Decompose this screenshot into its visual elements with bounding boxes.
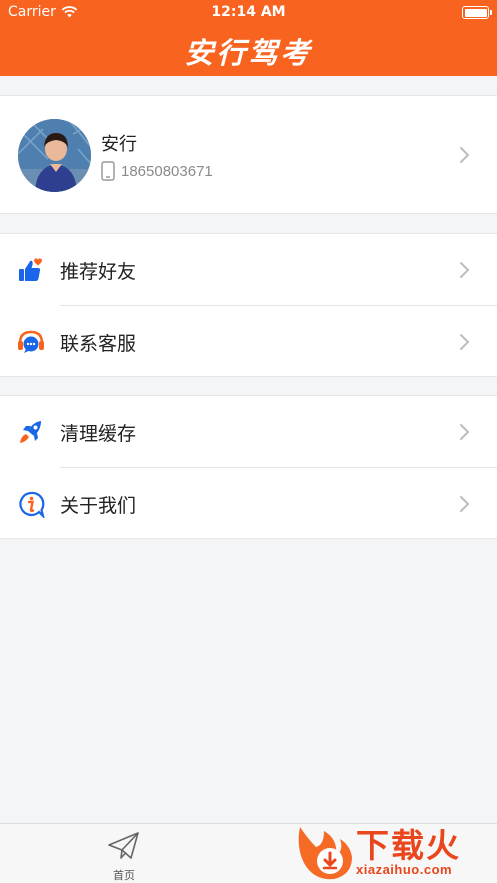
menu-group-system: 清理缓存 关于我们 bbox=[0, 395, 497, 539]
rocket-icon bbox=[20, 421, 41, 443]
chevron-right-icon bbox=[460, 334, 470, 350]
tab-home[interactable]: 首页 bbox=[98, 831, 150, 882]
chevron-right-icon bbox=[460, 147, 470, 163]
profile-phone-row: 18650803671 bbox=[101, 161, 213, 181]
fire-download-icon bbox=[298, 827, 352, 880]
avatar-photo bbox=[18, 119, 91, 192]
menu-item-service[interactable]: 联系客服 bbox=[0, 306, 497, 377]
mobile-phone-icon bbox=[101, 161, 115, 181]
paper-plane-icon bbox=[108, 832, 139, 859]
menu-label-clear-cache: 清理缓存 bbox=[60, 423, 137, 445]
info-bubble-icon bbox=[19, 491, 45, 518]
menu-item-clear-cache[interactable]: 清理缓存 bbox=[0, 396, 497, 467]
watermark-text: 下载火 bbox=[356, 826, 461, 865]
menu-label-service: 联系客服 bbox=[60, 333, 137, 355]
menu-item-recommend[interactable]: 推荐好友 bbox=[0, 234, 497, 305]
menu-label-about: 关于我们 bbox=[60, 495, 137, 517]
battery-icon bbox=[462, 6, 492, 19]
status-time: 12:14 AM bbox=[211, 4, 286, 20]
menu-item-about[interactable]: 关于我们 bbox=[0, 468, 497, 539]
nav-bar: 安行驾考 bbox=[0, 26, 497, 76]
avatar[interactable] bbox=[18, 119, 91, 192]
thumbs-up-heart-icon bbox=[19, 258, 42, 281]
headset-chat-icon bbox=[18, 330, 44, 353]
chevron-right-icon bbox=[460, 496, 470, 512]
chevron-right-icon bbox=[460, 424, 470, 440]
profile-name: 安行 bbox=[101, 134, 137, 155]
page-title: 安行驾考 bbox=[184, 36, 313, 70]
profile-phone: 18650803671 bbox=[121, 162, 213, 180]
chevron-right-icon bbox=[460, 262, 470, 278]
watermark-url: xiazaihuo.com bbox=[356, 862, 453, 877]
status-bar: Carrier 12:14 AM bbox=[0, 0, 497, 26]
menu-label-recommend: 推荐好友 bbox=[60, 261, 137, 283]
menu-group-social: 推荐好友 联系客服 bbox=[0, 233, 497, 377]
watermark-logo: 下载火 xiazaihuo.com bbox=[294, 817, 497, 883]
tab-home-label: 首页 bbox=[113, 869, 135, 882]
profile-card[interactable] bbox=[0, 95, 497, 214]
